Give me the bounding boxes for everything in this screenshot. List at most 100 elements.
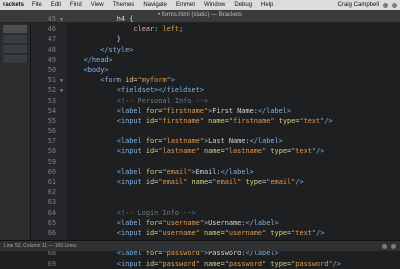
code-token: <input — [116, 228, 146, 237]
line-number: 49 — [47, 55, 56, 64]
code-line[interactable]: 53 <!-- Personal Info --> — [31, 96, 400, 106]
code-token: type — [270, 259, 287, 268]
menu-bar: rackets File Edit Find View Themes Navigate Em… — [0, 0, 400, 10]
code-token: "email" — [162, 167, 192, 176]
code-text: <label for="username">Username:</label> — [67, 218, 279, 228]
code-text: <form id="myform"> — [67, 75, 175, 85]
line-number: 55 — [47, 116, 56, 125]
line-number: 53 — [47, 96, 56, 105]
code-token: "firstname" — [228, 116, 275, 125]
code-token: "text" — [299, 116, 325, 125]
code-line[interactable]: 54 <label for="firstname">First Name:</l… — [31, 106, 400, 116]
code-token: for — [145, 218, 159, 227]
sidebar-item[interactable] — [3, 45, 27, 53]
code-line[interactable]: 59 — [31, 157, 400, 167]
code-token: "password" — [224, 259, 267, 268]
menu-item-window[interactable]: Window — [204, 2, 225, 8]
line-number: 57 — [47, 137, 56, 146]
code-text: <body> — [67, 65, 109, 75]
code-token: } — [67, 35, 121, 44]
menu-item-themes[interactable]: Themes — [113, 2, 135, 8]
code-token: left — [162, 25, 180, 34]
code-line[interactable]: 52 ▼ <fieldset></fieldset> — [31, 85, 400, 95]
code-line[interactable]: 64 <!-- Login Info --> — [31, 208, 400, 218]
code-token: name — [208, 116, 225, 125]
menu-item-emmet[interactable]: Emmet — [176, 2, 195, 8]
code-token: id — [145, 178, 155, 186]
line-number: 47 — [47, 35, 56, 44]
line-number: 56 — [47, 127, 56, 136]
code-token: "username" — [224, 228, 267, 237]
code-token: "password" — [158, 259, 200, 268]
menu-item-navigate[interactable]: Navigate — [143, 2, 167, 8]
code-line[interactable]: 47 } — [31, 34, 400, 44]
line-number: 54 — [47, 106, 56, 115]
menu-item-view[interactable]: View — [91, 2, 104, 8]
code-token: h4 { — [67, 15, 134, 23]
code-line[interactable]: 61 <input id="email" name="email" type="… — [31, 177, 400, 187]
code-token: for — [145, 106, 159, 115]
sidebar-item[interactable] — [3, 25, 27, 33]
user-name[interactable]: Craig Campbell — [338, 2, 379, 8]
code-token: </style> — [100, 45, 134, 54]
line-number: 64 — [47, 208, 56, 217]
code-token: /> — [316, 147, 325, 156]
code-token: "myform" — [137, 76, 171, 85]
code-text: clear: left; — [67, 24, 183, 34]
line-number: 46 — [47, 25, 56, 34]
code-line[interactable]: 48 </style> — [31, 45, 400, 55]
code-line[interactable]: 50 <body> — [31, 65, 400, 75]
menu-item-debug[interactable]: Debug — [234, 2, 252, 8]
code-token: </label> — [245, 218, 279, 227]
line-number: 48 — [47, 45, 56, 54]
code-token: <label — [116, 167, 146, 176]
menu-item-find[interactable]: Find — [70, 2, 82, 8]
menu-item-help[interactable]: Help — [261, 2, 273, 8]
code-token: id — [145, 147, 155, 156]
code-line[interactable]: 55 <input id="firstname" name="firstname… — [31, 116, 400, 126]
app-menu[interactable]: rackets — [0, 2, 32, 8]
code-line[interactable]: 63 — [31, 197, 400, 207]
sidebar-item[interactable] — [3, 35, 27, 43]
menu-item-edit[interactable]: Edit — [51, 2, 61, 8]
status-bar: Line 52, Column 11 — 100 Lines — [0, 240, 400, 251]
code-line[interactable]: 65 <label for="username">Username:</labe… — [31, 218, 400, 228]
code-line[interactable]: 45 ▼ h4 { — [31, 14, 400, 24]
code-token: "email" — [212, 178, 242, 186]
code-token: "email" — [158, 178, 188, 186]
code-text: <!-- Personal Info --> — [67, 96, 208, 106]
code-line[interactable]: 60 <label for="email">Email:</label> — [31, 167, 400, 177]
code-token: <!-- Personal Info --> — [116, 96, 209, 105]
menu-item-file[interactable]: File — [32, 2, 42, 8]
code-line[interactable]: 62 — [31, 187, 400, 197]
code-token: type — [245, 178, 263, 186]
code-line[interactable]: 56 — [31, 126, 400, 136]
code-token: for — [145, 167, 159, 176]
code-line[interactable]: 58 <input id="lastname" name="lastname" … — [31, 146, 400, 156]
sidebar-item[interactable] — [3, 55, 27, 63]
search-icon[interactable] — [383, 2, 388, 8]
code-line[interactable]: 69 <input id="password" name="password" … — [31, 259, 400, 269]
code-line[interactable]: 57 <label for="lastname">Last Name:</lab… — [31, 136, 400, 146]
code-token: Email: — [195, 167, 221, 176]
code-token: <form — [100, 76, 126, 85]
code-token: "email" — [266, 178, 296, 186]
line-number: 59 — [47, 157, 56, 166]
code-token: <fieldset></fieldset> — [116, 86, 204, 95]
code-token: name — [203, 228, 221, 237]
menu-list-icon[interactable] — [392, 2, 397, 8]
code-token: ; — [179, 25, 184, 34]
code-line[interactable]: 49 </head> — [31, 55, 400, 65]
code-text: <fieldset></fieldset> — [67, 85, 204, 95]
code-line[interactable]: 51 ▼ <form id="myform"> — [31, 75, 400, 85]
code-token: /> — [332, 259, 341, 268]
code-line[interactable]: 46 clear: left; — [31, 24, 400, 34]
code-line[interactable]: 66 <input id="username" name="username" … — [31, 228, 400, 238]
code-editor[interactable]: 45 ▼ h4 {46 clear: left; 47 } 48 </style> 49… — [31, 14, 400, 269]
